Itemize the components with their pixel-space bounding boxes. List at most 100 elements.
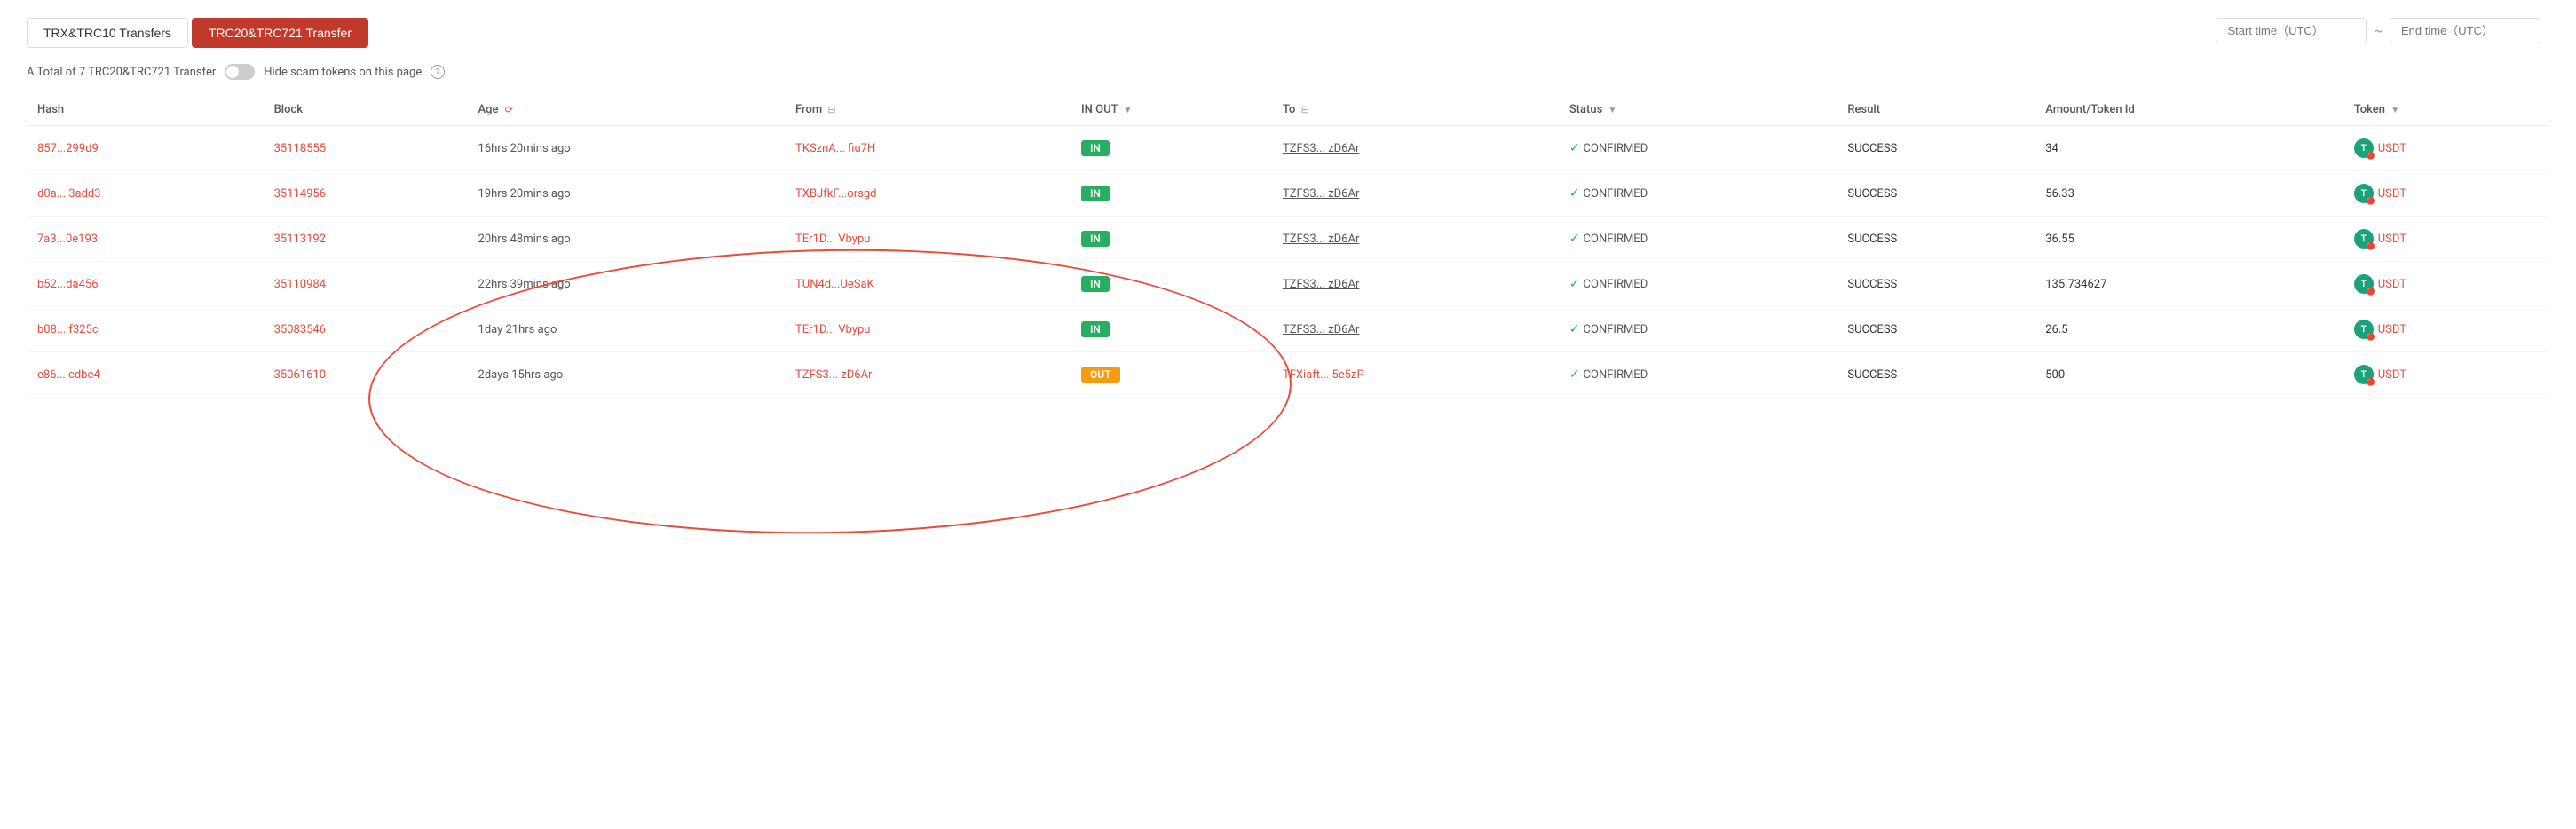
- check-icon: ✓: [1569, 322, 1580, 336]
- result-cell: SUCCESS: [1837, 307, 2035, 352]
- block-link[interactable]: 35110984: [274, 278, 326, 291]
- direction-cell: OUT: [1071, 352, 1272, 398]
- token-link[interactable]: USDT: [2378, 187, 2406, 201]
- token-link[interactable]: USDT: [2378, 368, 2406, 382]
- col-from[interactable]: From ⊟: [785, 94, 1071, 126]
- token-cell[interactable]: T USDT: [2343, 262, 2549, 307]
- age-cell: 16hrs 20mins ago: [468, 126, 786, 171]
- to-cell[interactable]: TZFS3... zD6Ar: [1272, 126, 1559, 171]
- table-row: b52...da456 35110984 22hrs 39mins ago TU…: [27, 262, 2549, 307]
- token-link[interactable]: USDT: [2378, 323, 2406, 336]
- check-icon: ✓: [1569, 232, 1580, 246]
- to-cell[interactable]: TZFS3... zD6Ar: [1272, 307, 1559, 352]
- col-status[interactable]: Status ▼: [1559, 94, 1837, 126]
- from-cell[interactable]: TEr1D... Vbypu: [785, 307, 1071, 352]
- hide-scam-label: Hide scam tokens on this page: [264, 66, 422, 79]
- block-link[interactable]: 35114956: [274, 187, 326, 201]
- status-cell: ✓ CONFIRMED: [1559, 171, 1837, 217]
- from-cell[interactable]: TXBJfkF...orsgd: [785, 171, 1071, 217]
- table-row: d0a... 3add3 35114956 19hrs 20mins ago T…: [27, 171, 2549, 217]
- direction-cell: IN: [1071, 262, 1272, 307]
- status-cell: ✓ CONFIRMED: [1559, 352, 1837, 398]
- direction-cell: IN: [1071, 126, 1272, 171]
- start-time-input[interactable]: [2216, 18, 2367, 43]
- token-cell[interactable]: T USDT: [2343, 171, 2549, 217]
- token-cell[interactable]: T USDT: [2343, 307, 2549, 352]
- block-link[interactable]: 35083546: [274, 323, 326, 336]
- result-cell: SUCCESS: [1837, 352, 2035, 398]
- amount-cell: 500: [2035, 352, 2343, 398]
- token-logo: T: [2354, 320, 2374, 339]
- hash-link[interactable]: e86... cdbe4: [37, 368, 100, 382]
- to-cell[interactable]: TZFS3... zD6Ar: [1272, 217, 1559, 262]
- token-logo: T: [2354, 365, 2374, 384]
- token-logo: T: [2354, 184, 2374, 203]
- block-link[interactable]: 35118555: [274, 142, 326, 155]
- hide-scam-toggle[interactable]: [225, 64, 255, 80]
- table-row: 7a3...0e193 35113192 20hrs 48mins ago TE…: [27, 217, 2549, 262]
- to-filter-icon: ⊟: [1301, 104, 1309, 115]
- amount-cell: 34: [2035, 126, 2343, 171]
- from-cell[interactable]: TZFS3... zD6Ar: [785, 352, 1071, 398]
- amount-cell: 56.33: [2035, 171, 2343, 217]
- end-time-input[interactable]: [2390, 18, 2540, 43]
- result-cell: SUCCESS: [1837, 262, 2035, 307]
- token-cell[interactable]: T USDT: [2343, 217, 2549, 262]
- table-row: 857...299d9 35118555 16hrs 20mins ago TK…: [27, 126, 2549, 171]
- col-amount: Amount/Token Id: [2035, 94, 2343, 126]
- summary-row: A Total of 7 TRC20&TRC721 Transfer Hide …: [27, 64, 2549, 80]
- token-link[interactable]: USDT: [2378, 278, 2406, 291]
- hash-link[interactable]: 7a3...0e193: [37, 233, 98, 246]
- from-cell[interactable]: TUN4d...UeSaK: [785, 262, 1071, 307]
- status-text: CONFIRMED: [1584, 278, 1648, 291]
- amount-cell: 26.5: [2035, 307, 2343, 352]
- token-link[interactable]: USDT: [2378, 142, 2406, 155]
- check-icon: ✓: [1569, 141, 1580, 155]
- col-in-out[interactable]: IN|OUT ▼: [1071, 94, 1272, 126]
- age-cell: 1day 21hrs ago: [468, 307, 786, 352]
- age-cell: 20hrs 48mins ago: [468, 217, 786, 262]
- result-cell: SUCCESS: [1837, 171, 2035, 217]
- hash-link[interactable]: 857...299d9: [37, 142, 99, 155]
- token-logo: T: [2354, 229, 2374, 249]
- summary-text: A Total of 7 TRC20&TRC721 Transfer: [27, 66, 216, 79]
- col-result: Result: [1837, 94, 2035, 126]
- direction-cell: IN: [1071, 307, 1272, 352]
- check-icon: ✓: [1569, 277, 1580, 291]
- to-cell[interactable]: TZFS3... zD6Ar: [1272, 262, 1559, 307]
- check-icon: ✓: [1569, 367, 1580, 382]
- direction-badge: IN: [1081, 276, 1110, 292]
- tab-trc20-trc721[interactable]: TRC20&TRC721 Transfer: [192, 18, 368, 48]
- status-cell: ✓ CONFIRMED: [1559, 307, 1837, 352]
- status-sort-icon: ▼: [1608, 106, 1617, 115]
- help-icon[interactable]: ?: [431, 65, 445, 79]
- status-text: CONFIRMED: [1584, 323, 1648, 336]
- col-token[interactable]: Token ▼: [2343, 94, 2549, 126]
- col-to[interactable]: To ⊟: [1272, 94, 1559, 126]
- from-cell[interactable]: TKSznA... fiu7H: [785, 126, 1071, 171]
- col-age[interactable]: Age ⟳: [468, 94, 786, 126]
- tab-trx-trc10[interactable]: TRX&TRC10 Transfers: [27, 18, 188, 48]
- hash-link[interactable]: b52...da456: [37, 278, 99, 291]
- hash-link[interactable]: b08... f325c: [37, 323, 99, 336]
- direction-badge: OUT: [1081, 367, 1120, 383]
- to-cell[interactable]: TFXiaft... 5e5zP: [1272, 352, 1559, 398]
- direction-badge: IN: [1081, 186, 1110, 201]
- amount-cell: 135.734627: [2035, 262, 2343, 307]
- direction-cell: IN: [1071, 171, 1272, 217]
- direction-badge: IN: [1081, 231, 1110, 247]
- block-link[interactable]: 35113192: [274, 233, 326, 246]
- age-cell: 2days 15hrs ago: [468, 352, 786, 398]
- tab-bar: TRX&TRC10 Transfers TRC20&TRC721 Transfe…: [27, 18, 2549, 48]
- to-cell[interactable]: TZFS3... zD6Ar: [1272, 171, 1559, 217]
- token-link[interactable]: USDT: [2378, 233, 2406, 246]
- check-icon: ✓: [1569, 186, 1580, 201]
- token-sort-icon: ▼: [2390, 106, 2399, 115]
- from-cell[interactable]: TEr1D... Vbypu: [785, 217, 1071, 262]
- table-row: e86... cdbe4 35061610 2days 15hrs ago TZ…: [27, 352, 2549, 398]
- block-link[interactable]: 35061610: [274, 368, 326, 382]
- token-cell[interactable]: T USDT: [2343, 352, 2549, 398]
- token-cell[interactable]: T USDT: [2343, 126, 2549, 171]
- result-cell: SUCCESS: [1837, 217, 2035, 262]
- hash-link[interactable]: d0a... 3add3: [37, 187, 101, 201]
